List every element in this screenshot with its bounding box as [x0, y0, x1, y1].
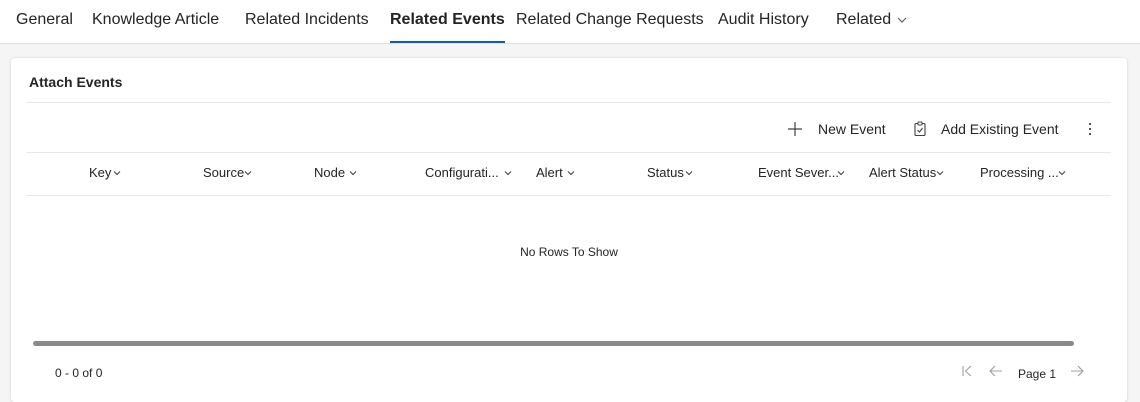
column-header-label: Source: [203, 165, 245, 180]
chevron-down-icon: [244, 171, 252, 176]
tab-knowledge-article[interactable]: Knowledge Article: [92, 0, 219, 44]
tab-bar: General Knowledge Article Related Incide…: [0, 0, 1140, 44]
grid-header-divider: [26, 195, 1111, 196]
chevron-down-icon: [685, 171, 693, 176]
column-header-processing[interactable]: Processing ...: [980, 159, 1080, 187]
add-existing-event-label: Add Existing Event: [941, 121, 1059, 137]
column-header-status[interactable]: Status: [647, 159, 717, 187]
section-divider: [26, 102, 1111, 103]
empty-grid-message: No Rows To Show: [520, 245, 618, 259]
column-header-source[interactable]: Source: [203, 159, 283, 187]
column-header-label: Configurati...: [425, 165, 499, 180]
column-header-configuration[interactable]: Configurati...: [425, 159, 525, 187]
new-event-label: New Event: [818, 121, 886, 137]
tab-general[interactable]: General: [16, 0, 73, 44]
column-header-label: Processing ...: [980, 165, 1059, 180]
horizontal-scrollbar[interactable]: [33, 341, 1074, 346]
chevron-down-icon: [1058, 171, 1066, 176]
tab-related-label: Related: [836, 11, 892, 28]
clipboard-icon: [914, 121, 926, 137]
chevron-down-icon: [567, 171, 575, 176]
column-header-label: Alert: [536, 165, 563, 180]
column-header-label: Alert Status: [869, 165, 937, 180]
first-page-icon[interactable]: [960, 364, 974, 378]
attach-events-section: Attach Events New Event Add Existing Eve…: [11, 58, 1127, 402]
plus-icon: [788, 122, 802, 136]
column-header-label: Status: [647, 165, 684, 180]
section-title: Attach Events: [29, 74, 123, 90]
more-commands-button[interactable]: [1083, 113, 1097, 145]
column-header-label: Event Sever...: [758, 165, 839, 180]
page-indicator: Page 1: [1018, 367, 1057, 381]
column-header-node[interactable]: Node: [314, 159, 394, 187]
chevron-down-icon: [897, 17, 907, 23]
tab-related-events[interactable]: Related Events: [390, 0, 505, 44]
column-header-event-severity[interactable]: Event Sever...: [758, 159, 858, 187]
record-count: 0 - 0 of 0: [55, 366, 103, 380]
more-vertical-icon: [1088, 122, 1092, 136]
tab-related-incidents[interactable]: Related Incidents: [245, 0, 369, 44]
tab-audit-history[interactable]: Audit History: [718, 0, 809, 44]
column-header-alert-status[interactable]: Alert Status: [869, 159, 959, 187]
chevron-down-icon: [936, 171, 944, 176]
chevron-down-icon: [504, 171, 512, 176]
column-header-alert[interactable]: Alert: [536, 159, 596, 187]
column-header-key[interactable]: Key: [89, 159, 149, 187]
next-page-icon[interactable]: [1069, 364, 1085, 378]
previous-page-icon[interactable]: [988, 364, 1004, 378]
tab-related-change-requests[interactable]: Related Change Requests: [516, 0, 704, 44]
chevron-down-icon: [837, 171, 845, 176]
column-header-label: Node: [314, 165, 346, 180]
chevron-down-icon: [349, 171, 357, 176]
chevron-down-icon: [113, 171, 121, 176]
new-event-button[interactable]: New Event: [785, 113, 889, 145]
add-existing-event-button[interactable]: Add Existing Event: [910, 113, 1060, 145]
column-header-label: Key: [89, 165, 112, 180]
grid-top-divider: [26, 152, 1111, 153]
tab-related-dropdown[interactable]: Related: [836, 0, 916, 44]
